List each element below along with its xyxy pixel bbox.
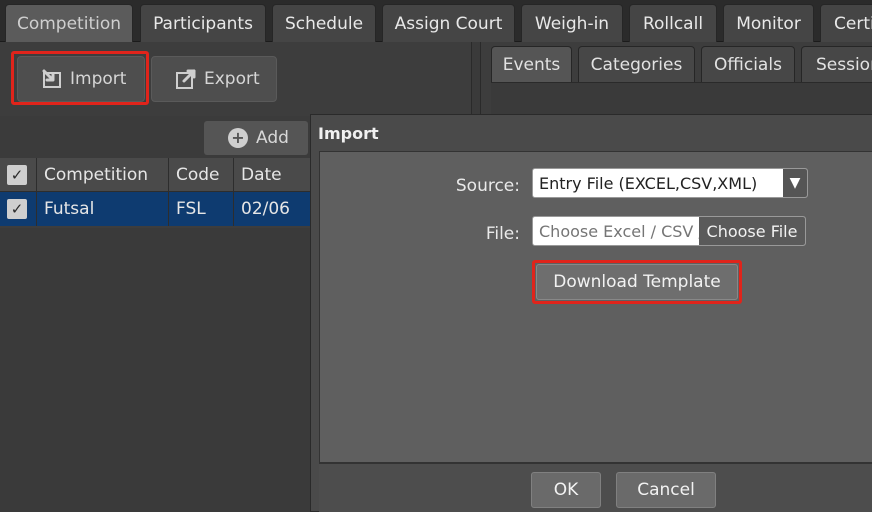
cell-competition: Futsal <box>37 192 169 226</box>
main-tab-bar: Competition Participants Schedule Assign… <box>0 0 872 42</box>
cell-date: 02/06 <box>241 199 290 219</box>
check-icon: ✓ <box>7 199 27 219</box>
tab-certificates[interactable]: Certi <box>820 4 872 42</box>
tab-rollcall[interactable]: Rollcall <box>629 4 717 42</box>
column-code[interactable]: Code <box>169 158 234 192</box>
column-date[interactable]: Date <box>234 158 312 192</box>
add-label: Add <box>256 128 289 148</box>
chevron-down-icon[interactable]: ▼ <box>783 169 807 197</box>
source-select[interactable]: Entry File (EXCEL,CSV,XML) ▼ <box>532 168 808 198</box>
grid-empty-area <box>0 228 312 512</box>
tab-events[interactable]: Events <box>491 46 572 82</box>
tab-monitor[interactable]: Monitor <box>723 4 814 42</box>
grid-header: ✓ Competition Code Date <box>0 158 312 192</box>
export-label: Export <box>204 69 260 89</box>
tab-categories[interactable]: Categories <box>578 46 695 82</box>
tab-sessions[interactable]: Session <box>801 46 872 82</box>
ok-button[interactable]: OK <box>531 472 601 508</box>
dialog-body: Source: Entry File (EXCEL,CSV,XML) ▼ Fil… <box>319 151 872 463</box>
toolbar: Import Export <box>0 42 472 116</box>
file-field: Choose File <box>532 216 806 246</box>
download-template-highlight <box>532 260 742 304</box>
import-highlight <box>11 51 149 105</box>
source-value: Entry File (EXCEL,CSV,XML) <box>539 173 758 193</box>
file-label: File: <box>485 224 520 244</box>
tab-assign-court[interactable]: Assign Court <box>382 4 515 42</box>
tab-participants[interactable]: Participants <box>140 4 266 42</box>
choose-file-button[interactable]: Choose File <box>699 217 805 245</box>
dialog-footer: OK Cancel <box>319 463 872 512</box>
column-competition[interactable]: Competition <box>37 158 169 192</box>
import-dialog: Import Source: Entry File (EXCEL,CSV,XML… <box>310 114 872 512</box>
select-all-checkbox[interactable]: ✓ <box>0 158 37 192</box>
row-checkbox[interactable]: ✓ <box>0 192 37 226</box>
export-button[interactable]: Export <box>151 56 277 102</box>
cancel-button[interactable]: Cancel <box>616 472 716 508</box>
add-button[interactable]: + Add <box>204 121 308 155</box>
tab-schedule[interactable]: Schedule <box>272 4 376 42</box>
dialog-title: Import <box>311 115 872 151</box>
table-row[interactable]: ✓ Futsal FSL 02/06 <box>0 192 312 226</box>
source-label: Source: <box>455 176 520 196</box>
grid-toolbar: + Add <box>0 116 312 158</box>
check-icon: ✓ <box>7 165 27 185</box>
plus-icon: + <box>228 128 248 148</box>
export-icon <box>176 69 196 89</box>
tab-officials[interactable]: Officials <box>701 46 795 82</box>
tab-weigh-in[interactable]: Weigh-in <box>521 4 623 42</box>
cell-code: FSL <box>169 192 234 226</box>
tab-competition[interactable]: Competition <box>5 4 133 42</box>
file-path-input[interactable] <box>533 217 699 245</box>
